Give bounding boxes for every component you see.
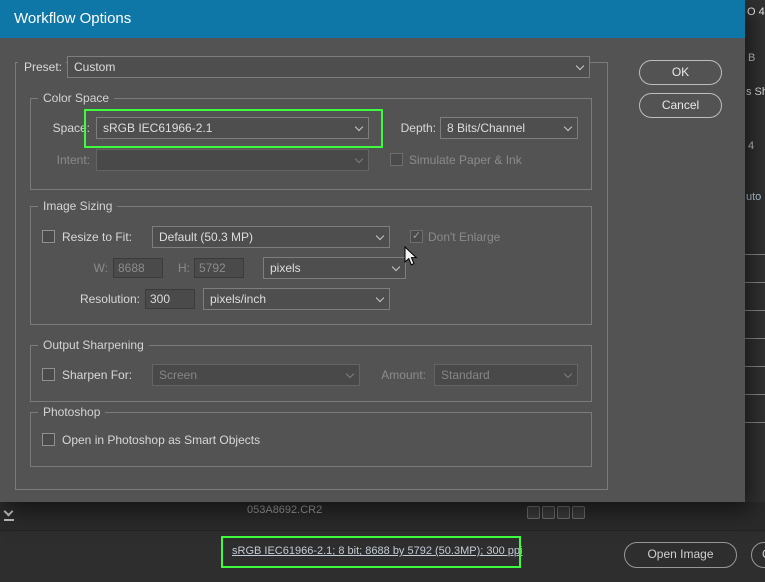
slider-track — [745, 310, 765, 311]
exif-fragment: O 4 — [747, 6, 765, 18]
open-image-button[interactable]: Open Image — [624, 542, 737, 568]
photoshop-legend: Photoshop — [38, 405, 106, 420]
slider-track — [745, 282, 765, 283]
width-field: 8688 — [113, 258, 163, 278]
chevron-down-icon — [3, 506, 14, 517]
filename-label: 053A8692.CR2 — [247, 504, 323, 516]
resolution-label: Resolution: — [79, 292, 140, 306]
chevron-down-icon — [563, 122, 573, 132]
filmstrip-action-icon[interactable] — [542, 506, 555, 519]
annotation-highlight-link — [221, 536, 521, 568]
filmstrip-action-icon[interactable] — [572, 506, 585, 519]
height-label: H: — [178, 261, 190, 275]
camera-raw-screen: O 4 B s Sh 4 uto 053A8692.CR2 sRGB IEC61… — [0, 0, 765, 582]
underline-mark — [4, 519, 14, 521]
depth-label: Depth: — [400, 121, 436, 135]
chevron-down-icon — [575, 61, 585, 71]
depth-select-value: 8 Bits/Channel — [447, 121, 526, 135]
amount-value: Standard — [441, 368, 490, 382]
check-icon: ✓ — [411, 230, 422, 242]
preset-select[interactable]: Custom — [67, 56, 590, 78]
simulate-paper-ink-checkbox — [390, 153, 403, 166]
dialog-titlebar[interactable]: Workflow Options — [0, 0, 745, 38]
panel-fragment: 4 — [748, 140, 755, 152]
chevron-down-icon — [345, 369, 355, 379]
resize-select-value: Default (50.3 MP) — [159, 230, 254, 244]
sharpen-for-select: Screen — [152, 364, 360, 386]
sharpen-for-value: Screen — [159, 368, 198, 382]
annotation-highlight-space — [84, 109, 383, 148]
space-label: Space: — [52, 121, 90, 135]
resolution-unit-select[interactable]: pixels/inch — [203, 288, 390, 310]
cursor-arrow-icon — [404, 245, 418, 266]
chevron-down-icon — [375, 293, 385, 303]
ok-button[interactable]: OK — [639, 60, 722, 85]
filmstrip-row — [0, 502, 765, 530]
resize-to-fit-select[interactable]: Default (50.3 MP) — [152, 226, 390, 248]
color-space-legend: Color Space — [38, 91, 115, 106]
intent-select — [96, 149, 369, 171]
chevron-down-icon — [563, 369, 573, 379]
filmstrip-action-icon[interactable] — [527, 506, 540, 519]
panel-fragment: s Sh — [746, 86, 765, 98]
preset-select-value: Custom — [74, 60, 116, 74]
auto-link-fragment[interactable]: uto — [746, 191, 761, 203]
preset-label: Preset: — [18, 56, 66, 78]
width-label: W: — [93, 261, 108, 275]
background-right-panel: O 4 B s Sh 4 uto — [745, 0, 765, 582]
depth-select[interactable]: 8 Bits/Channel — [440, 117, 578, 139]
dimension-unit-select[interactable]: pixels — [263, 257, 406, 279]
height-field: 5792 — [194, 258, 244, 278]
chevron-down-icon — [375, 231, 385, 241]
smart-objects-checkbox[interactable] — [42, 433, 55, 446]
cancel-button[interactable]: Cancel — [639, 93, 722, 118]
mouse-cursor — [404, 245, 418, 272]
chevron-down-icon — [354, 154, 364, 164]
slider-track — [745, 254, 765, 255]
resize-to-fit-checkbox[interactable] — [42, 230, 55, 243]
resolution-unit-value: pixels/inch — [210, 292, 267, 306]
sharpen-for-label: Sharpen For: — [62, 368, 133, 382]
resize-to-fit-label: Resize to Fit: — [62, 230, 133, 244]
intent-label: Intent: — [56, 153, 90, 167]
workflow-options-dialog: Workflow Options Preset: Custom OK Cance… — [0, 0, 745, 502]
filmstrip-action-icon[interactable] — [557, 506, 570, 519]
simulate-paper-ink-label: Simulate Paper & Ink — [409, 153, 522, 167]
slider-track — [745, 338, 765, 339]
dont-enlarge-checkbox: ✓ — [410, 230, 423, 243]
chevron-down-icon — [391, 262, 401, 272]
zoom-level-dropdown[interactable] — [2, 506, 16, 522]
amount-select: Standard — [434, 364, 578, 386]
dont-enlarge-label: Don't Enlarge — [428, 230, 501, 244]
slider-track — [745, 422, 765, 423]
output-sharpening-legend: Output Sharpening — [38, 338, 149, 353]
slider-track — [745, 366, 765, 367]
dimension-unit-value: pixels — [270, 261, 301, 275]
sharpen-for-checkbox[interactable] — [42, 368, 55, 381]
amount-label: Amount: — [381, 368, 426, 382]
slider-track — [745, 394, 765, 395]
resolution-field[interactable]: 300 — [145, 289, 195, 309]
image-sizing-legend: Image Sizing — [38, 199, 118, 214]
panel-fragment: B — [748, 52, 756, 64]
smart-objects-label: Open in Photoshop as Smart Objects — [62, 433, 261, 447]
